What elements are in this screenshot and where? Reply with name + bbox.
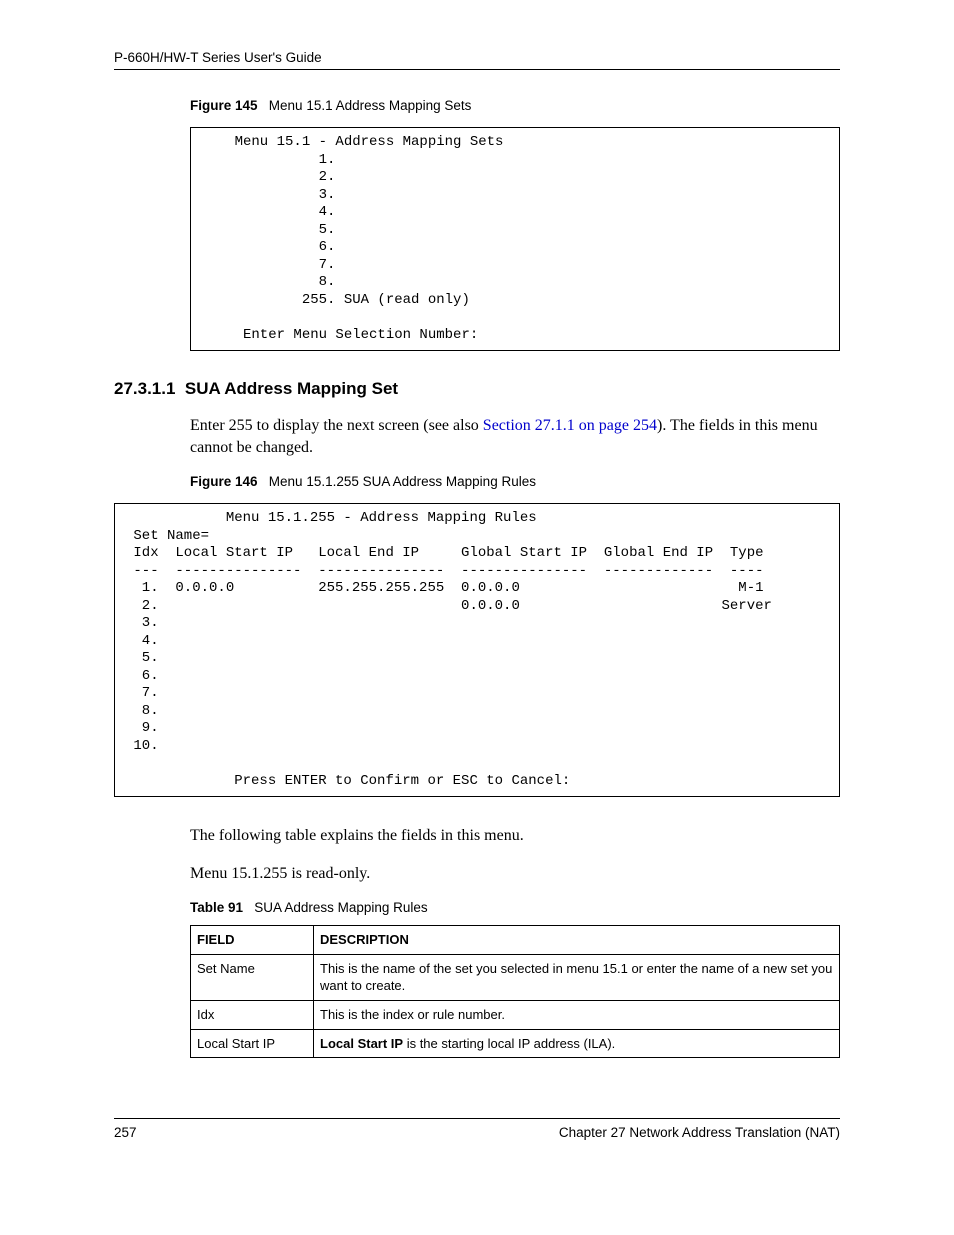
para-after-fig146-1: The following table explains the fields …: [190, 825, 840, 847]
section-title: SUA Address Mapping Set: [185, 379, 398, 398]
page-header: P-660H/HW-T Series User's Guide: [114, 50, 840, 70]
td-field: Local Start IP: [191, 1029, 314, 1058]
td-field: Idx: [191, 1001, 314, 1030]
td-desc-rest: is the starting local IP address (ILA).: [403, 1036, 615, 1051]
page-number: 257: [114, 1125, 137, 1140]
td-desc: This is the name of the set you selected…: [314, 954, 840, 1000]
td-desc-bold: Local Start IP: [320, 1036, 403, 1051]
figure-145-label: Figure 145: [190, 98, 258, 113]
table-row: Set Name This is the name of the set you…: [191, 954, 840, 1000]
para1-pre: Enter 255 to display the next screen (se…: [190, 417, 483, 434]
table-row: Idx This is the index or rule number.: [191, 1001, 840, 1030]
section-heading: 27.3.1.1 SUA Address Mapping Set: [114, 379, 840, 399]
figure-146-caption: Figure 146 Menu 15.1.255 SUA Address Map…: [190, 474, 840, 489]
figure-146-title: Menu 15.1.255 SUA Address Mapping Rules: [269, 474, 536, 489]
figure-146-terminal: Menu 15.1.255 - Address Mapping Rules Se…: [114, 503, 840, 797]
figure-145-caption: Figure 145 Menu 15.1 Address Mapping Set…: [190, 98, 840, 113]
table-91-label: Table 91: [190, 900, 243, 915]
page-footer: 257 Chapter 27 Network Address Translati…: [114, 1118, 840, 1140]
section-para-1: Enter 255 to display the next screen (se…: [190, 415, 840, 458]
table-header-row: FIELD DESCRIPTION: [191, 926, 840, 955]
figure-145-title: Menu 15.1 Address Mapping Sets: [269, 98, 472, 113]
table-91-title: SUA Address Mapping Rules: [254, 900, 427, 915]
td-desc: This is the index or rule number.: [314, 1001, 840, 1030]
table-91-caption: Table 91 SUA Address Mapping Rules: [190, 900, 840, 915]
figure-145-terminal: Menu 15.1 - Address Mapping Sets 1. 2. 3…: [190, 127, 840, 351]
td-desc: Local Start IP is the starting local IP …: [314, 1029, 840, 1058]
cross-ref-link[interactable]: Section 27.1.1 on page 254: [483, 417, 657, 434]
para-after-fig146-2: Menu 15.1.255 is read-only.: [190, 863, 840, 885]
th-desc: DESCRIPTION: [314, 926, 840, 955]
table-row: Local Start IP Local Start IP is the sta…: [191, 1029, 840, 1058]
td-field: Set Name: [191, 954, 314, 1000]
chapter-label: Chapter 27 Network Address Translation (…: [559, 1125, 840, 1140]
figure-146-label: Figure 146: [190, 474, 258, 489]
guide-title: P-660H/HW-T Series User's Guide: [114, 50, 322, 65]
section-number: 27.3.1.1: [114, 379, 175, 398]
table-91: FIELD DESCRIPTION Set Name This is the n…: [190, 925, 840, 1058]
th-field: FIELD: [191, 926, 314, 955]
